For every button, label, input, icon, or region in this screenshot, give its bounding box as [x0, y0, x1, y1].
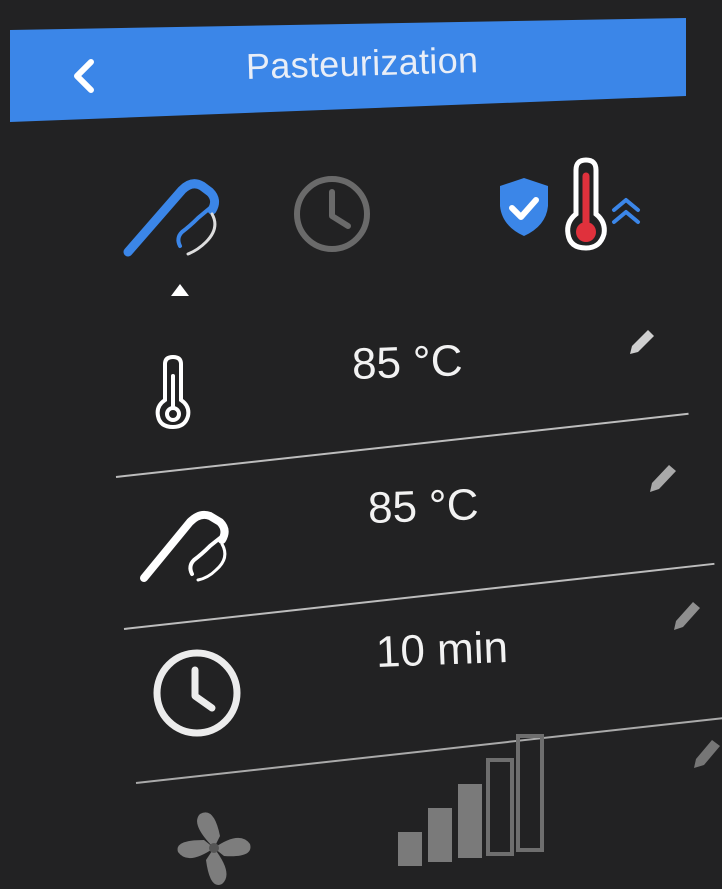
- steam-wand-temperature-value: 85 °C: [367, 480, 480, 533]
- clock-icon: [294, 176, 370, 252]
- pencil-icon[interactable]: [644, 460, 680, 498]
- thermometer-rising-icon: [565, 157, 640, 251]
- clock-icon: [153, 649, 241, 737]
- duration-value: 10 min: [375, 622, 509, 677]
- selected-tab-indicator: [171, 284, 189, 296]
- mode-tab-shield[interactable]: [496, 174, 552, 240]
- level-bar: [398, 832, 422, 866]
- mode-tab-clock[interactable]: [290, 170, 376, 256]
- page-title: Pasteurization: [245, 39, 479, 87]
- thermometer-icon: [155, 354, 191, 430]
- temperature-value: 85 °C: [351, 336, 464, 389]
- steam-wand-icon: [140, 510, 229, 582]
- mode-tab-steam-wand[interactable]: [118, 168, 228, 268]
- app-screen: Pasteurization 85 °C 85 °C 10 min: [0, 0, 722, 889]
- steam-wand-icon: [123, 179, 220, 257]
- mode-tab-thermometer-rising[interactable]: [560, 156, 652, 252]
- back-button[interactable]: [58, 52, 110, 100]
- chevron-left-icon: [74, 59, 94, 93]
- level-bar: [516, 734, 544, 852]
- fan-speed-level-bars[interactable]: [392, 730, 552, 870]
- level-bar: [428, 808, 452, 862]
- level-bar: [458, 784, 482, 858]
- pencil-icon[interactable]: [668, 596, 704, 636]
- level-bar: [486, 758, 514, 856]
- shield-check-icon: [500, 178, 548, 236]
- pencil-icon[interactable]: [624, 326, 658, 360]
- pencil-icon[interactable]: [690, 732, 722, 774]
- fan-icon: [177, 812, 251, 885]
